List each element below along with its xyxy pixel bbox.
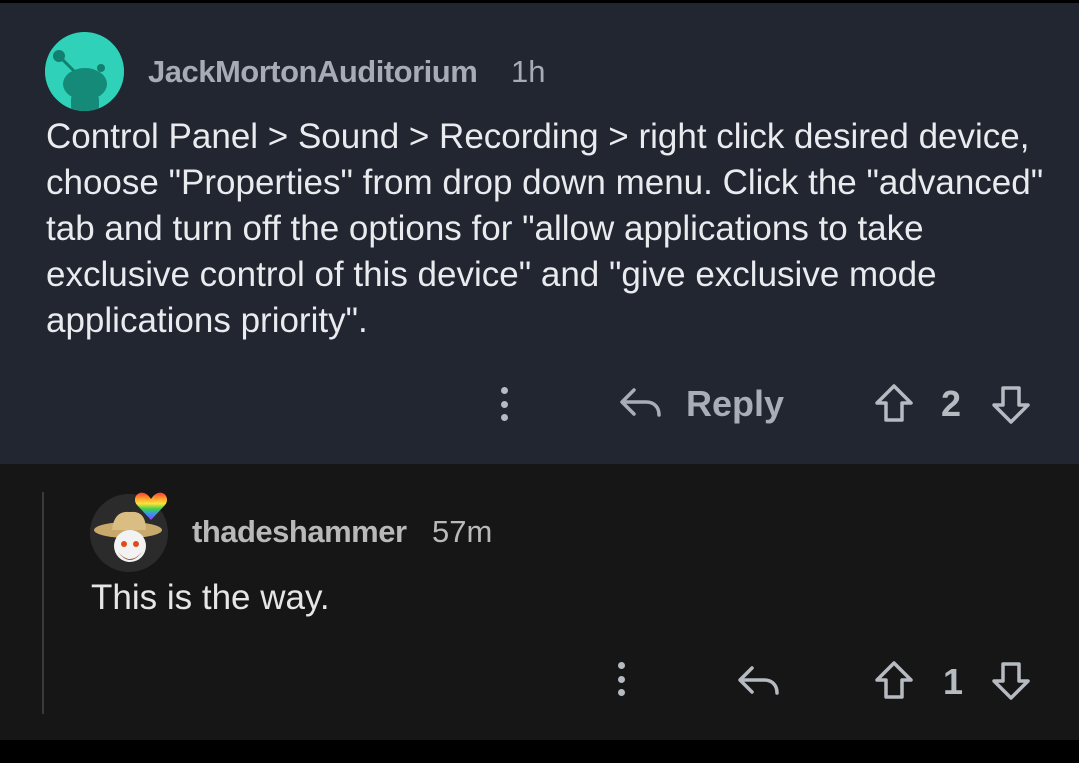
reply-button[interactable]: Reply [686, 383, 784, 425]
reply-arrow-icon[interactable] [616, 382, 664, 422]
comment-username[interactable]: thadeshammer [192, 514, 407, 550]
snoo-avatar-icon [45, 32, 124, 111]
reply-arrow-icon[interactable] [734, 660, 782, 700]
comment-timestamp: 1h [511, 54, 546, 89]
rainbow-heart-icon [134, 492, 168, 520]
more-options-icon[interactable] [501, 387, 509, 421]
comment-timestamp: 57m [432, 514, 493, 549]
vote-count: 2 [941, 383, 962, 424]
avatar[interactable] [45, 32, 124, 111]
upvote-arrow-icon[interactable] [873, 382, 915, 424]
more-options-icon[interactable] [618, 662, 626, 696]
comment-body: Control Panel > Sound > Recording > righ… [46, 117, 1044, 340]
comment-username[interactable]: JackMortonAuditorium [148, 54, 478, 90]
comment-body: This is the way. [91, 578, 330, 617]
downvote-arrow-icon[interactable] [990, 660, 1032, 702]
vote-count: 1 [943, 661, 964, 702]
thread-line[interactable] [42, 492, 44, 714]
downvote-arrow-icon[interactable] [990, 384, 1032, 426]
upvote-arrow-icon[interactable] [873, 659, 915, 701]
